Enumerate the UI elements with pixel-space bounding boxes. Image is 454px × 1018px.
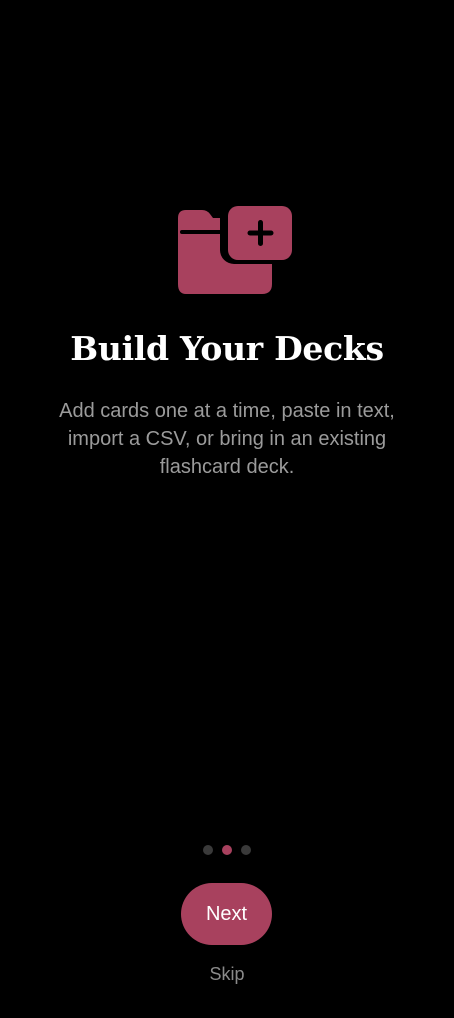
- page-title: Build Your Decks: [70, 329, 384, 368]
- page-indicator-dot-active: [222, 845, 232, 855]
- page-indicator-dot: [203, 845, 213, 855]
- next-button[interactable]: Next: [181, 883, 272, 945]
- page-description: Add cards one at a time, paste in text, …: [59, 400, 395, 478]
- page-indicator-dot: [241, 845, 251, 855]
- page-indicator: [0, 845, 454, 857]
- skip-button[interactable]: Skip: [177, 961, 277, 987]
- folder-plus-icon: [176, 202, 294, 296]
